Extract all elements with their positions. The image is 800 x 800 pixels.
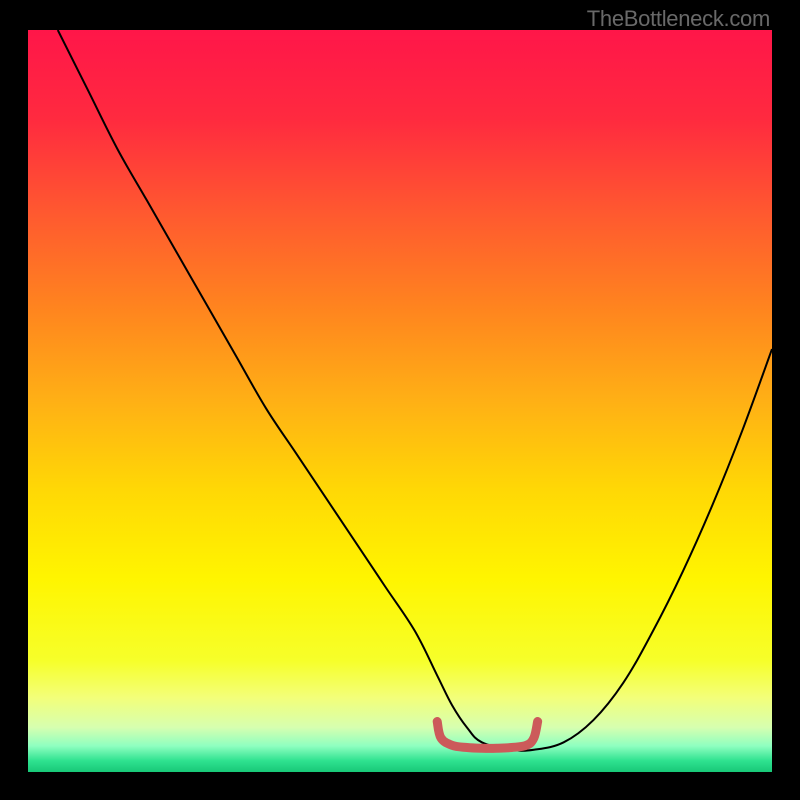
bottleneck-curve (58, 30, 772, 751)
optimal-band-marker (437, 722, 537, 749)
watermark-text: TheBottleneck.com (587, 6, 770, 32)
chart-container: TheBottleneck.com (0, 0, 800, 800)
curve-layer (28, 30, 772, 772)
plot-area (28, 30, 772, 772)
